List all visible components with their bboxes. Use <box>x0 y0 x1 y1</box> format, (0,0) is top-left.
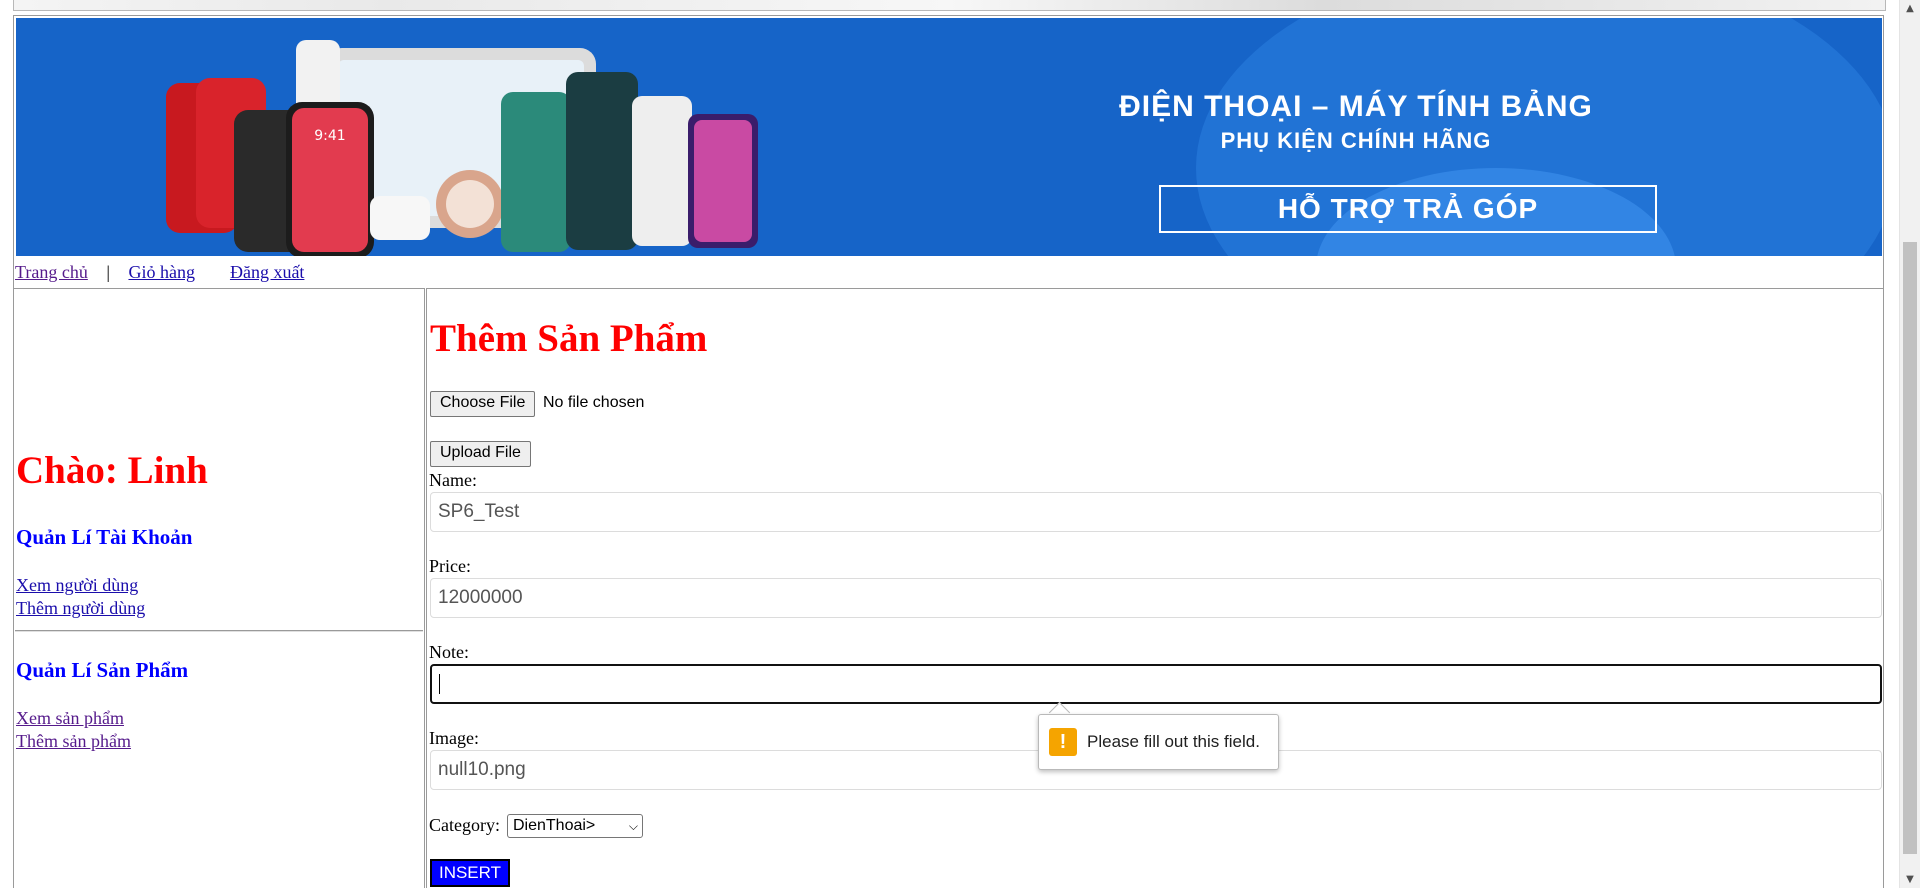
greeting-heading: Chào: Linh <box>16 449 208 492</box>
nav-separator: | <box>106 262 110 282</box>
name-label: Name: <box>429 470 477 490</box>
phone-time-text: 9:41 <box>314 128 345 144</box>
account-section-title: Quản Lí Tài Khoản <box>16 525 193 549</box>
page-title: Thêm Sản Phẩm <box>430 317 708 360</box>
image-input-value: null10.png <box>438 759 526 780</box>
note-input[interactable] <box>430 664 1882 704</box>
price-input-value: 12000000 <box>438 587 523 608</box>
sidebar-divider <box>15 630 423 632</box>
banner-headline: ĐIỆN THOẠI – MÁY TÍNH BẢNG <box>1119 90 1593 123</box>
view-products-link[interactable]: Xem sản phẩm <box>16 708 124 729</box>
file-status-text: No file chosen <box>543 394 645 411</box>
category-selected-value: DienThoai> <box>513 817 596 834</box>
category-select[interactable]: DienThoai> ⌵ <box>507 814 643 838</box>
add-product-link[interactable]: Thêm sản phẩm <box>16 731 131 752</box>
scroll-up-arrow-icon[interactable]: ▲ <box>1900 0 1920 17</box>
warning-icon: ! <box>1049 728 1077 756</box>
note-label: Note: <box>429 642 469 662</box>
insert-button[interactable]: INSERT <box>430 859 510 887</box>
nav-cart-link[interactable]: Giỏ hàng <box>128 262 195 282</box>
devices-image: 9:41 <box>166 40 758 256</box>
text-caret <box>439 674 440 694</box>
top-cut-off-row <box>13 0 1886 11</box>
upload-file-button[interactable]: Upload File <box>430 441 531 467</box>
choose-file-button[interactable]: Choose File <box>430 391 536 417</box>
page-scrollbar[interactable]: ▲ ▼ <box>1899 0 1920 888</box>
price-label: Price: <box>429 556 471 576</box>
price-input[interactable]: 12000000 <box>430 578 1882 618</box>
validation-tooltip: ! Please fill out this field. <box>1038 714 1279 770</box>
promo-banner: 9:41 ĐIỆN THOẠI – MÁY TÍNH BẢNG PHỤ KIỆN… <box>16 18 1882 256</box>
scroll-thumb[interactable] <box>1903 242 1917 854</box>
add-user-link[interactable]: Thêm người dùng <box>16 598 145 619</box>
name-input[interactable]: SP6_Test <box>430 492 1882 532</box>
nav-logout-link[interactable]: Đăng xuất <box>230 262 304 282</box>
banner-subheadline: PHỤ KIỆN CHÍNH HÃNG <box>1220 128 1492 153</box>
validation-message: Please fill out this field. <box>1087 732 1260 751</box>
product-section-title: Quản Lí Sản Phẩm <box>16 658 189 682</box>
top-nav: Trang chủ | Giỏ hàng Đăng xuất <box>15 262 304 283</box>
scroll-down-arrow-icon[interactable]: ▼ <box>1900 871 1920 888</box>
nav-home-link[interactable]: Trang chủ <box>15 262 88 282</box>
image-label: Image: <box>429 728 479 748</box>
name-input-value: SP6_Test <box>438 501 520 522</box>
category-label: Category: <box>429 815 500 835</box>
view-users-link[interactable]: Xem người dùng <box>16 575 138 596</box>
banner-installment-badge: HỖ TRỢ TRẢ GÓP <box>1159 185 1657 233</box>
page-viewport: 9:41 ĐIỆN THOẠI – MÁY TÍNH BẢNG PHỤ KIỆN… <box>0 0 1899 888</box>
chevron-down-icon: ⌵ <box>628 818 638 833</box>
